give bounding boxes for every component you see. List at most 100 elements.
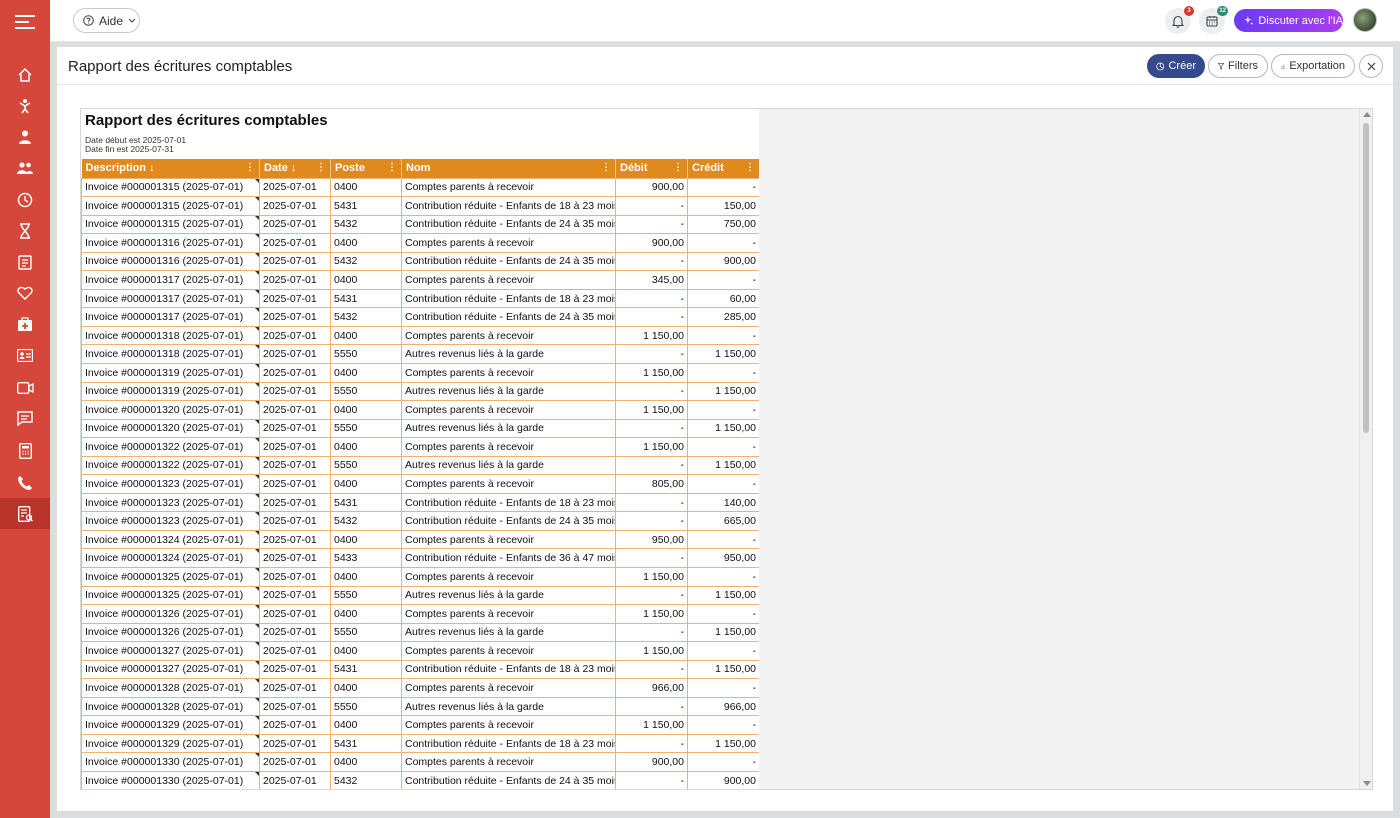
cell-poste: 0400: [330, 233, 402, 253]
sidebar-item-report[interactable]: [0, 498, 50, 529]
cell-debit: -: [615, 771, 688, 789]
user-avatar[interactable]: [1353, 8, 1377, 32]
scrollbar-thumb[interactable]: [1363, 123, 1369, 433]
column-menu-icon[interactable]: ⋮: [745, 162, 755, 173]
cell-credit: -: [687, 362, 759, 383]
cell-nom: Comptes parents à recevoir: [401, 325, 616, 346]
cell-description: Invoice #000001326 (2025-07-01): [81, 622, 260, 643]
column-header-poste[interactable]: Poste ⋮: [330, 159, 402, 178]
sidebar-item-clipboard[interactable]: [0, 246, 50, 277]
column-header-nom[interactable]: Nom ⋮: [401, 159, 616, 178]
table-row: Invoice #000001326 (2025-07-01) 2025-07-0…: [81, 604, 759, 624]
cell-description: Invoice #000001317 (2025-07-01): [81, 288, 260, 309]
sidebar-item-staff[interactable]: [0, 121, 50, 152]
cell-debit: -: [615, 455, 688, 476]
cell-nom: Autres revenus liés à la garde: [401, 696, 616, 717]
cell-poste: 0400: [330, 529, 402, 550]
cell-nom: Contribution réduite - Enfants de 24 à 3…: [401, 251, 616, 272]
cell-date: 2025-07-01: [259, 604, 331, 624]
cell-debit: -: [615, 659, 688, 680]
notifications-button[interactable]: 3: [1165, 6, 1194, 34]
cell-description: Invoice #000001319 (2025-07-01): [81, 381, 260, 402]
table-row: Invoice #000001324 (2025-07-01) 2025-07-0…: [81, 548, 759, 568]
cell-date: 2025-07-01: [259, 233, 331, 253]
close-button[interactable]: [1359, 54, 1383, 78]
cell-credit: 1 150,00: [687, 455, 759, 476]
sidebar-item-first-aid[interactable]: [0, 309, 50, 340]
table-row: Invoice #000001328 (2025-07-01) 2025-07-0…: [81, 696, 759, 717]
sidebar-item-chat[interactable]: [0, 403, 50, 434]
ai-chat-button[interactable]: Discuter avec l'IA: [1234, 9, 1343, 32]
sidebar-item-child[interactable]: [0, 90, 50, 121]
table-row: Invoice #000001319 (2025-07-01) 2025-07-0…: [81, 362, 759, 383]
cell-date: 2025-07-01: [259, 715, 331, 735]
column-header-debit[interactable]: Débit ⋮: [615, 159, 688, 178]
column-menu-icon[interactable]: ⋮: [245, 162, 255, 173]
column-menu-icon[interactable]: ⋮: [387, 162, 397, 173]
sidebar-item-id-card[interactable]: [0, 340, 50, 371]
table-row: Invoice #000001322 (2025-07-01) 2025-07-0…: [81, 455, 759, 476]
column-header-label: Date ↓: [264, 162, 297, 175]
cell-credit: 140,00: [687, 492, 759, 513]
export-button[interactable]: Exportation: [1271, 54, 1355, 78]
cell-poste: 0400: [330, 752, 402, 772]
hamburger-menu-button[interactable]: [0, 0, 50, 44]
home-icon: [18, 67, 32, 82]
panel-header: Rapport des écritures comptables Créer F…: [57, 47, 1393, 85]
cell-nom: Comptes parents à recevoir: [401, 270, 616, 290]
sidebar-item-calculator[interactable]: [0, 435, 50, 466]
cell-debit: -: [615, 622, 688, 643]
create-button[interactable]: Créer: [1147, 54, 1205, 78]
cell-credit: 1 150,00: [687, 381, 759, 402]
cell-date: 2025-07-01: [259, 529, 331, 550]
sidebar-item-hourglass[interactable]: [0, 215, 50, 246]
hamburger-icon: [15, 15, 35, 29]
column-menu-icon[interactable]: ⋮: [601, 162, 611, 173]
scroll-up-arrow-icon[interactable]: [1363, 112, 1371, 117]
cell-poste: 5550: [330, 696, 402, 717]
table-header-row: Description ↓ ⋮ Date ↓ ⋮ Poste ⋮ Nom ⋮ Débit…: [81, 159, 759, 178]
vertical-scrollbar[interactable]: [1359, 109, 1372, 789]
table-row: Invoice #000001315 (2025-07-01) 2025-07-0…: [81, 214, 759, 235]
cell-date: 2025-07-01: [259, 344, 331, 364]
cell-credit: 950,00: [687, 548, 759, 568]
cell-poste: 5432: [330, 214, 402, 235]
calendar-button[interactable]: 12: [1199, 6, 1228, 34]
cell-description: Invoice #000001316 (2025-07-01): [81, 233, 260, 253]
sidebar-item-clock[interactable]: [0, 184, 50, 215]
column-menu-icon[interactable]: ⋮: [673, 162, 683, 173]
cell-debit: -: [615, 492, 688, 513]
notifications-badge: 3: [1184, 6, 1194, 16]
filters-button[interactable]: Filters: [1208, 54, 1268, 78]
cell-poste: 0400: [330, 566, 402, 587]
cell-nom: Contribution réduite - Enfants de 24 à 3…: [401, 511, 616, 531]
cell-debit: 1 150,00: [615, 437, 688, 457]
sidebar: [0, 0, 50, 818]
sidebar-item-heart[interactable]: [0, 277, 50, 308]
sidebar-item-users[interactable]: [0, 152, 50, 183]
scroll-down-arrow-icon[interactable]: [1363, 781, 1371, 786]
sidebar-item-home[interactable]: [0, 59, 50, 90]
column-header-credit[interactable]: Crédit ⋮: [687, 159, 759, 178]
cell-debit: 345,00: [615, 270, 688, 290]
column-header-description[interactable]: Description ↓ ⋮: [81, 159, 260, 178]
cell-date: 2025-07-01: [259, 381, 331, 402]
cell-poste: 0400: [330, 678, 402, 698]
table-row: Invoice #000001325 (2025-07-01) 2025-07-0…: [81, 585, 759, 606]
main-panel: Rapport des écritures comptables Créer F…: [56, 46, 1394, 812]
cell-credit: 966,00: [687, 696, 759, 717]
column-menu-icon[interactable]: ⋮: [316, 162, 326, 173]
sidebar-item-video[interactable]: [0, 372, 50, 403]
report-icon: [17, 505, 33, 522]
cell-poste: 5550: [330, 381, 402, 402]
column-header-date[interactable]: Date ↓ ⋮: [259, 159, 331, 178]
column-header-label: Crédit: [692, 162, 724, 175]
cell-description: Invoice #000001330 (2025-07-01): [81, 771, 260, 789]
cell-poste: 0400: [330, 715, 402, 735]
cell-date: 2025-07-01: [259, 251, 331, 272]
cell-date: 2025-07-01: [259, 177, 331, 198]
cell-debit: 1 150,00: [615, 362, 688, 383]
cell-date: 2025-07-01: [259, 214, 331, 235]
sidebar-item-phone[interactable]: [0, 467, 50, 498]
help-button[interactable]: Aide: [73, 8, 140, 33]
